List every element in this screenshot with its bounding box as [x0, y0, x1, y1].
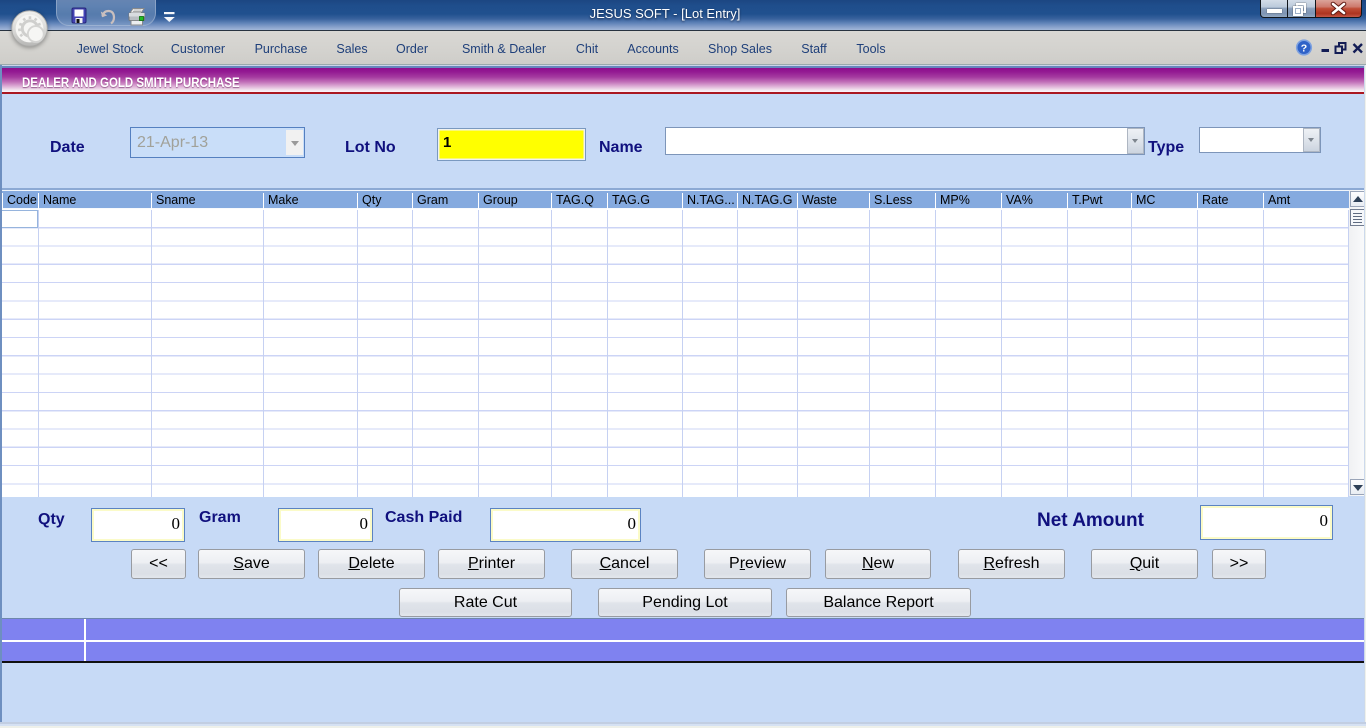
svg-text:?: ?	[1301, 43, 1307, 55]
